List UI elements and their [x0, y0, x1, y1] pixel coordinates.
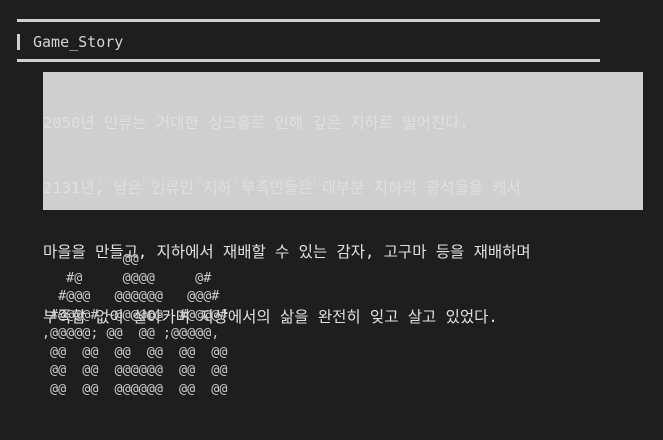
ascii-art-row: #@@@ @@@@@@ @@@# [42, 289, 220, 304]
ascii-art-figure: @@ #@ @@@@ @# #@@@ @@@@@@ @@@# #@@@@# ~@… [42, 251, 227, 399]
ascii-art-row: @@ @@ @@@@@@ @@ @@ [42, 381, 228, 397]
story-line: 2050년 인류는 거대한 싱크홀로 인해 깊은 지하로 떨어진다. [43, 114, 469, 132]
header-divider [17, 59, 600, 62]
continue-prompt: Press Enter Key to Continue . . . [87, 172, 386, 190]
ascii-art-row: @@ [42, 252, 139, 267]
ascii-art-row: @@ @@ @@ @@ @@ @@ [42, 344, 228, 360]
ascii-art-row: ,@@@@@; @@ @@ ;@@@@@, [42, 326, 220, 341]
section-title: Game_Story [33, 33, 124, 51]
ascii-art-row: @@ @@ @@@@@@ @@ @@ [42, 363, 228, 378]
header-left-bar [17, 34, 20, 50]
top-divider [17, 19, 600, 22]
ascii-art-row: #@ @@@@ @# [42, 270, 212, 286]
ascii-art-row: #@@@@# ~@@@@@@~ #@@@@# [42, 307, 228, 323]
